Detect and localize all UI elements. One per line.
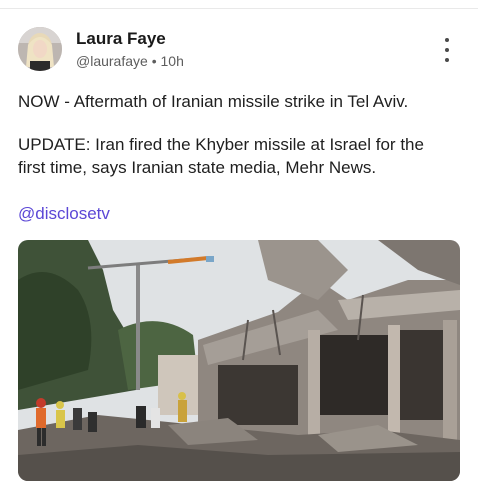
author-display-name[interactable]: Laura Faye: [76, 29, 166, 49]
avatar[interactable]: [18, 27, 62, 71]
post-time[interactable]: 10h: [161, 53, 184, 69]
menu-dot: [445, 48, 449, 52]
mention-link[interactable]: @disclosetv: [18, 204, 110, 224]
vertical-dots-icon[interactable]: [437, 38, 457, 62]
destroyed-building-photo: [18, 240, 460, 481]
post-text-line-2: UPDATE: Iran fired the Khyber missile at…: [18, 135, 424, 154]
avatar-image: [18, 27, 62, 71]
post-text-line-3: first time, says Iranian state media, Me…: [18, 158, 377, 177]
post-text-line-1: NOW - Aftermath of Iranian missile strik…: [18, 92, 409, 111]
post-card: Laura Faye @laurafaye • 10h NOW - Afterm…: [0, 0, 478, 500]
menu-dot: [445, 38, 449, 42]
menu-dot: [445, 58, 449, 62]
author-handle[interactable]: @laurafaye: [76, 53, 148, 69]
meta-separator: •: [151, 53, 157, 69]
post-photo[interactable]: [18, 240, 460, 481]
author-meta: @laurafaye • 10h: [76, 53, 184, 69]
